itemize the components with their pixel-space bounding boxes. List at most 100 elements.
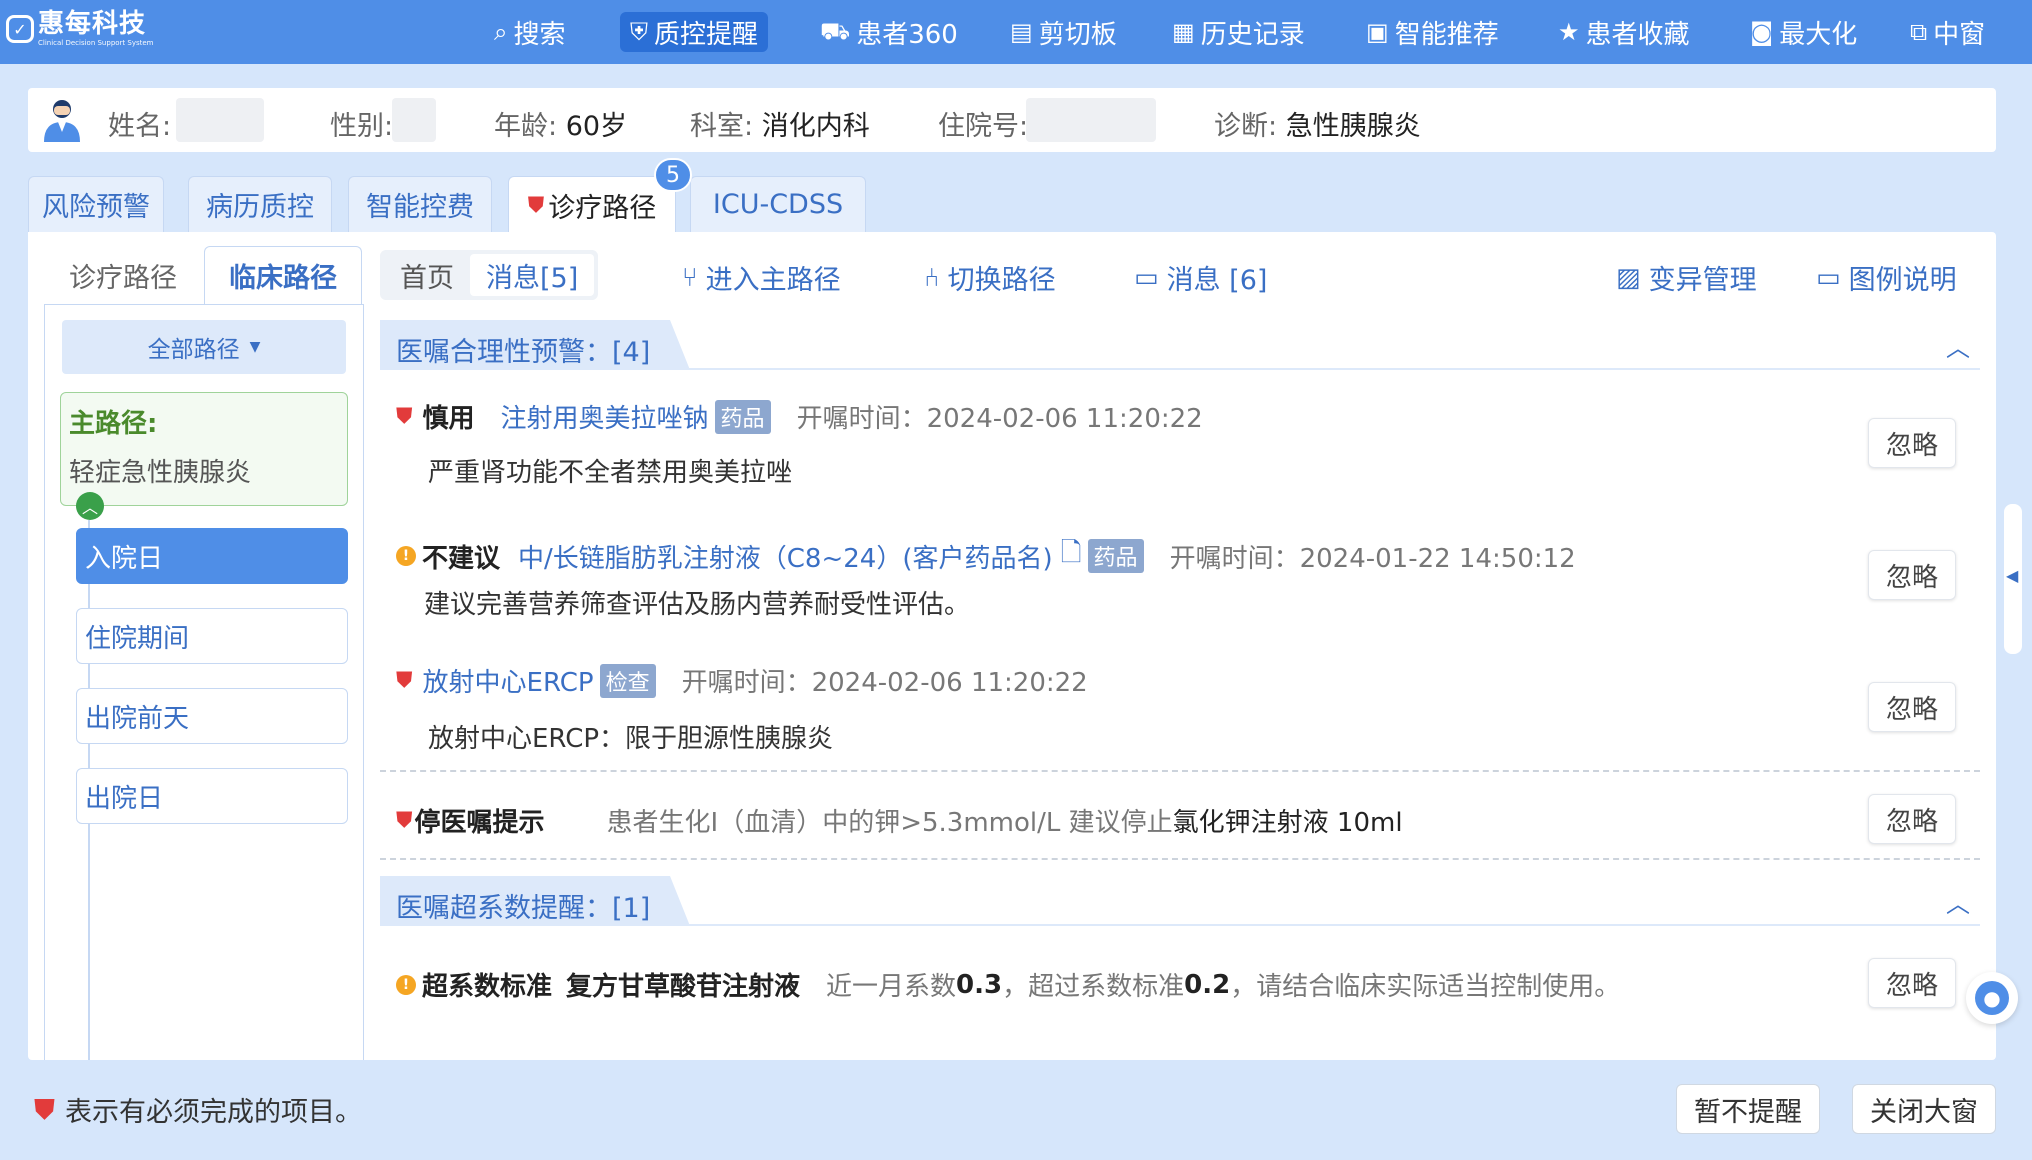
nav-clipboard[interactable]: ▤ 剪切板	[1010, 12, 1117, 52]
drug-link[interactable]: 中/长链脂肪乳注射液（C8~24）(客户药品名)	[518, 538, 1053, 575]
sidebar-tab-treatment-path[interactable]: 诊疗路径	[44, 246, 202, 304]
patient-inpatient-redacted	[1026, 98, 1156, 142]
variation-icon: ▨	[1616, 262, 1641, 293]
warning-icon: !	[396, 546, 416, 566]
nav-quality-alert[interactable]: ⛨ 质控提醒	[620, 12, 769, 52]
red-shield-icon: ⛊	[396, 404, 413, 429]
exam-link[interactable]: 放射中心ERCP	[423, 662, 594, 699]
alert-description: 严重肾功能不全者禁用奥美拉唑	[428, 458, 793, 488]
chevron-up-icon[interactable]: ︿	[1946, 328, 1970, 363]
side-drawer-handle[interactable]: ◀	[2004, 504, 2022, 654]
messages-button[interactable]: ▭ 消息 [6]	[1134, 258, 1267, 297]
drug-link[interactable]: 注射用奥美拉唑钠	[501, 398, 709, 435]
nav-search[interactable]: ⌕ 搜索	[494, 12, 565, 52]
drug-tag: 药品	[1087, 539, 1144, 573]
nav-history[interactable]: ▦ 历史记录	[1172, 12, 1305, 52]
collapse-up-icon[interactable]: ︿	[76, 492, 104, 520]
star-icon: ★	[1558, 18, 1580, 46]
variation-management-button[interactable]: ▨ 变异管理	[1616, 258, 1757, 297]
tab-badge: 5	[654, 158, 692, 192]
main-path-name: 轻症急性胰腺炎	[69, 458, 252, 488]
patient-gender-label: 性别:	[330, 111, 394, 142]
step-pre-discharge[interactable]: 出院前天	[76, 688, 348, 744]
patient-diagnosis: 诊断: 急性胰腺炎	[1214, 111, 1421, 142]
path-icon: ⑂	[682, 262, 698, 293]
history-icon: ▦	[1172, 18, 1195, 46]
search-icon: ⌕	[494, 18, 508, 46]
patient-icon: ⛟	[820, 16, 851, 45]
clipboard-icon: ▤	[1010, 18, 1033, 46]
footer-legend: ⛊ 表示有必须完成的项目。	[34, 1092, 363, 1129]
logo-subtitle: Clinical Decision Support System	[38, 39, 154, 47]
tab-record-qc[interactable]: 病历质控	[188, 176, 332, 232]
alert-description: 建议完善营养筛查评估及肠内营养耐受性评估。	[424, 590, 971, 620]
path-sidebar: 诊疗路径 临床路径 全部路径 ▼ 主路径: 轻症急性胰腺炎 ︿ 入院日 住院期间 …	[28, 232, 364, 1060]
caret-down-icon: ▼	[249, 339, 261, 355]
content-panel: 诊疗路径 临床路径 全部路径 ▼ 主路径: 轻症急性胰腺炎 ︿ 入院日 住院期间 …	[28, 232, 1996, 1060]
alert-row: ! 超系数标准 复方甘草酸苷注射液 近一月系数 0.3 ，超过系数标准 0.2 …	[396, 966, 1620, 1003]
top-bar: ✓ 惠每科技 Clinical Decision Support System …	[0, 0, 2032, 64]
medium-window-icon: ⧉	[1910, 18, 1928, 46]
section-over-coefficient: 医嘱超系数提醒：[1] ︿	[380, 876, 1980, 926]
red-shield-icon: ⛊	[396, 668, 413, 693]
red-shield-icon: ⛊	[396, 808, 413, 833]
alert-row: ⛊ 放射中心ERCP 检查 开嘱时间：2024-02-06 11:20:22	[396, 662, 1088, 699]
alert-description: 放射中心ERCP：限于胆源性胰腺炎	[428, 724, 834, 754]
ignore-button[interactable]: 忽略	[1868, 958, 1956, 1008]
logo-icon: ✓	[6, 15, 34, 43]
tab-risk-warning[interactable]: 风险预警	[28, 176, 164, 232]
patient-info-bar: 姓名: 性别: 年龄: 60岁 科室: 消化内科 住院号: 诊断: 急性胰腺炎	[28, 88, 1996, 152]
tab-icu-cdss[interactable]: ICU-CDSS	[690, 176, 866, 232]
subnav-messages[interactable]: 消息[5]	[470, 254, 595, 296]
alert-row: ! 不建议 中/长链脂肪乳注射液（C8~24）(客户药品名) 🗋 药品 开嘱时间…	[396, 534, 1576, 578]
chevron-up-icon[interactable]: ︿	[1946, 884, 1970, 919]
patient-name-redacted	[176, 98, 264, 142]
step-discharge-day[interactable]: 出院日	[76, 768, 348, 824]
alert-row: ⛊ 停医嘱提示 患者生化Ⅰ（血清）中的钾>5.3mmol/L 建议停止 氯化钾注…	[396, 808, 1403, 838]
document-icon[interactable]: 🗋	[1061, 534, 1082, 578]
patient-name-label: 姓名:	[108, 111, 172, 142]
enter-main-path-button[interactable]: ⑂ 进入主路径	[682, 258, 841, 297]
sidebar-tab-clinical-path[interactable]: 临床路径	[204, 246, 362, 304]
main-path-card[interactable]: 主路径: 轻症急性胰腺炎	[60, 392, 348, 506]
user-service-button[interactable]: ●	[1966, 972, 2018, 1024]
close-large-window-button[interactable]: 关闭大窗	[1852, 1084, 1996, 1134]
exam-tag: 检查	[599, 663, 656, 698]
patient-gender-redacted	[392, 98, 436, 142]
alert-row: ⛊ 慎用 注射用奥美拉唑钠 药品 开嘱时间：2024-02-06 11:20:2…	[396, 398, 1203, 435]
logo-name: 惠每科技	[38, 9, 147, 39]
patient-department: 科室: 消化内科	[690, 111, 870, 142]
nav-patient-360[interactable]: ⛟ 患者360	[820, 12, 958, 52]
switch-path-button[interactable]: ⑃ 切换路径	[924, 258, 1056, 297]
nav-recommend[interactable]: ▣ 智能推荐	[1366, 12, 1499, 52]
red-shield-icon: ⛊	[34, 1092, 56, 1126]
divider	[380, 770, 1980, 772]
step-hospitalization[interactable]: 住院期间	[76, 608, 348, 664]
snooze-button[interactable]: 暂不提醒	[1676, 1084, 1820, 1134]
patient-age: 年龄: 60岁	[494, 111, 628, 142]
shield-check-icon: ⛨	[630, 18, 648, 46]
nav-maximize[interactable]: ◙ 最大化	[1750, 12, 1857, 52]
main-path-title: 主路径:	[69, 409, 158, 439]
ignore-button[interactable]: 忽略	[1868, 550, 1956, 600]
nav-favorites[interactable]: ★ 患者收藏	[1558, 12, 1690, 52]
user-icon: ●	[1975, 981, 2009, 1015]
all-paths-dropdown[interactable]: 全部路径 ▼	[62, 320, 346, 374]
section-title: 医嘱合理性预警：[4]	[396, 337, 651, 368]
ignore-button[interactable]: 忽略	[1868, 418, 1956, 468]
message-icon: ▭	[1134, 262, 1159, 293]
tab-treatment-path[interactable]: ⛊ 诊疗路径	[508, 176, 676, 234]
subnav-home[interactable]: 首页	[384, 254, 470, 296]
logo: ✓ 惠每科技 Clinical Decision Support System	[6, 11, 154, 47]
legend-button[interactable]: ▭ 图例说明	[1816, 258, 1957, 297]
step-admission-day[interactable]: 入院日	[76, 528, 348, 584]
section-order-rationality: 医嘱合理性预警：[4] ︿	[380, 320, 1980, 370]
ignore-button[interactable]: 忽略	[1868, 794, 1956, 844]
warning-icon: !	[396, 974, 416, 995]
tab-cost-control[interactable]: 智能控费	[348, 176, 492, 232]
doctor-avatar-icon	[44, 100, 80, 142]
legend-icon: ▭	[1816, 262, 1841, 293]
ignore-button[interactable]: 忽略	[1868, 682, 1956, 732]
section-title: 医嘱超系数提醒：[1]	[396, 893, 651, 924]
nav-medium-window[interactable]: ⧉ 中窗	[1910, 12, 1985, 52]
